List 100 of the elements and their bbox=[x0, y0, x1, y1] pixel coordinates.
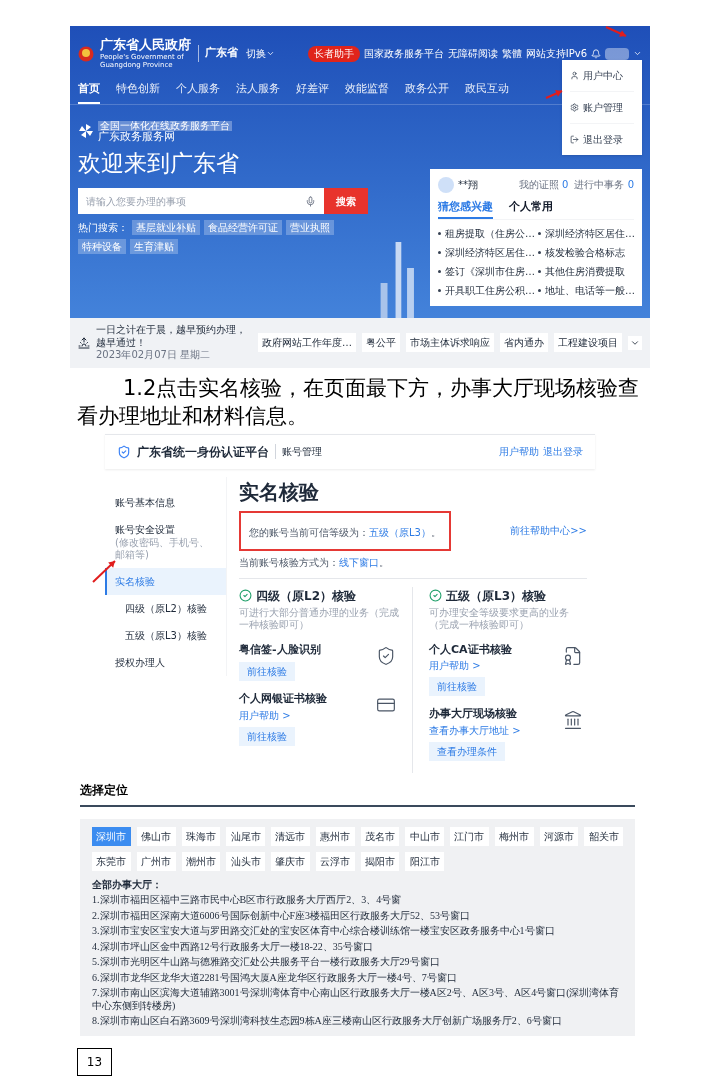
expand-button[interactable] bbox=[628, 335, 642, 350]
help-center-link[interactable]: 前往帮助中心>> bbox=[510, 523, 587, 538]
platform-title: 广东省统一身份认证平台 bbox=[137, 443, 269, 461]
city-button[interactable]: 广州市 bbox=[136, 851, 176, 871]
city-button[interactable]: 东莞市 bbox=[92, 851, 131, 871]
platform-tag: 全国一体化在线政务服务平台 bbox=[98, 120, 232, 131]
header-link[interactable]: 国家政务服务平台 bbox=[363, 46, 444, 61]
city-button[interactable]: 梅州市 bbox=[494, 826, 534, 846]
recommended-item[interactable]: 深圳经济特区居住… bbox=[545, 226, 635, 241]
quick-link[interactable]: 市场主体诉求响应 bbox=[406, 333, 494, 353]
quick-link[interactable]: 粤公平 bbox=[362, 333, 400, 353]
nav-tab[interactable]: 效能监督 bbox=[345, 81, 389, 104]
menu-item[interactable]: 账户管理 bbox=[570, 92, 634, 124]
nav-tab[interactable]: 政民互动 bbox=[465, 81, 509, 104]
city-button[interactable]: 清远市 bbox=[271, 826, 310, 846]
method-action-button[interactable]: 前往核验 bbox=[429, 677, 485, 696]
page-title: 实名核验 bbox=[239, 478, 320, 506]
city-button[interactable]: 肇庆市 bbox=[271, 851, 310, 871]
quick-link[interactable]: 工程建设项目 bbox=[554, 333, 622, 353]
city-button[interactable]: 汕尾市 bbox=[226, 826, 265, 846]
site-title: 广东省人民政府 bbox=[100, 38, 192, 51]
city-button[interactable]: 韶关市 bbox=[584, 826, 623, 846]
caret-icon bbox=[633, 49, 642, 58]
city-button[interactable]: 汕头市 bbox=[226, 851, 265, 871]
level-title: 五级（原L3）核验 bbox=[446, 587, 546, 605]
quick-link[interactable]: 政府网站工作年度… bbox=[258, 333, 356, 353]
bullet-icon bbox=[438, 232, 441, 235]
sidebar-subitem[interactable]: 五级（原L3）核验 bbox=[105, 621, 226, 649]
city-button[interactable]: 中山市 bbox=[405, 826, 444, 846]
recommended-item[interactable]: 其他住房消费提取 bbox=[545, 264, 625, 279]
method-action-button[interactable]: 查看办理条件 bbox=[429, 741, 505, 761]
user-icon bbox=[570, 71, 579, 80]
shield-check-icon bbox=[376, 645, 396, 666]
sidebar-subitem[interactable]: 四级（原L2）核验 bbox=[105, 594, 226, 622]
bullet-icon bbox=[538, 270, 541, 273]
header-link[interactable]: 用户帮助 bbox=[499, 444, 539, 459]
method-help-link[interactable]: 用户帮助 > bbox=[429, 658, 481, 673]
city-button[interactable]: 惠州市 bbox=[315, 826, 355, 846]
city-button[interactable]: 佛山市 bbox=[136, 826, 176, 846]
city-button[interactable]: 江门市 bbox=[450, 826, 489, 846]
verification-method-text: 当前账号核验方式为：线下窗口。 bbox=[239, 554, 587, 579]
menu-item[interactable]: 用户中心 bbox=[570, 60, 634, 92]
sidebar-item[interactable]: 授权办理人 bbox=[105, 648, 226, 676]
microphone-icon[interactable] bbox=[305, 195, 316, 207]
region-switch-dropdown[interactable]: 切换 bbox=[244, 46, 277, 61]
city-button[interactable]: 潮州市 bbox=[181, 851, 221, 871]
menu-item[interactable]: 退出登录 bbox=[570, 124, 634, 155]
caret-icon bbox=[266, 49, 275, 58]
search-field[interactable]: 请输入您要办理的事项 bbox=[78, 188, 324, 214]
hall-address: 8.深圳市南山区白石路3609号深圳湾科技生态园9栋A座三楼南山区行政服务大厅创新广场服务厅2、6号窗口 bbox=[92, 1015, 563, 1028]
quick-link[interactable]: 省内通办 bbox=[500, 333, 548, 353]
notice-date: 2023年02月07日 星期二 bbox=[96, 349, 212, 362]
city-button[interactable]: 云浮市 bbox=[315, 851, 355, 871]
user-stat[interactable]: 我的证照 0 bbox=[518, 177, 569, 192]
nav-tab[interactable]: 政务公开 bbox=[405, 81, 449, 104]
sidebar-item[interactable]: 账号安全设置 (修改密码、手机号、邮箱等) bbox=[105, 515, 226, 568]
search-button[interactable]: 搜索 bbox=[324, 188, 368, 214]
certificate-icon bbox=[563, 645, 583, 666]
nav-tab[interactable]: 首页 bbox=[78, 81, 100, 104]
recommended-item[interactable]: 核发检验合格标志 bbox=[545, 245, 625, 260]
method-action-button[interactable]: 前往核验 bbox=[239, 726, 295, 746]
level-title: 四级（原L2）核验 bbox=[256, 587, 356, 605]
user-stat[interactable]: 进行中事务 0 bbox=[574, 177, 634, 192]
nav-tab[interactable]: 特色创新 bbox=[116, 81, 160, 104]
panel-tab[interactable]: 个人常用 bbox=[509, 198, 553, 219]
search-input[interactable]: 请输入您要办理的事项 bbox=[86, 193, 305, 209]
sidebar-item[interactable]: 账号基本信息 bbox=[105, 488, 226, 516]
recommended-item[interactable]: 签订《深圳市住房… bbox=[445, 264, 535, 279]
method-help-link[interactable]: 用户帮助 > bbox=[239, 707, 291, 723]
nav-tab[interactable]: 个人服务 bbox=[176, 81, 220, 104]
nav-tab[interactable]: 好差评 bbox=[296, 81, 329, 104]
hall-address: 2.深圳市福田区深南大道6006号国际创新中心F座3楼福田区行政服务大厅52、53号窗口 bbox=[92, 909, 472, 922]
nav-tab[interactable]: 法人服务 bbox=[236, 81, 280, 104]
sidebar-item[interactable]: 实名核验 bbox=[105, 567, 226, 595]
city-button[interactable]: 河源市 bbox=[539, 826, 579, 846]
hall-address: 1.深圳市福田区福中三路市民中心B区市行政服务大厅西厅2、3、4号窗 bbox=[92, 894, 403, 907]
recommended-item[interactable]: 地址、电话等一般… bbox=[545, 283, 635, 298]
city-button[interactable]: 揭阳市 bbox=[360, 851, 400, 871]
avatar[interactable] bbox=[605, 47, 629, 60]
city-button[interactable]: 阳江市 bbox=[405, 851, 444, 871]
panel-tab[interactable]: 猜您感兴趣 bbox=[438, 198, 493, 219]
header-link[interactable]: 退出登录 bbox=[543, 444, 583, 459]
emblem-icon bbox=[78, 45, 94, 62]
hall-address: 6.深圳市龙华区龙华大道2281号国鸿大厦A座龙华区行政服务大厅一楼4号、7号窗口 bbox=[92, 971, 458, 984]
city-button[interactable]: 珠海市 bbox=[181, 826, 221, 846]
header-link[interactable]: 网站支持IPv6 bbox=[525, 46, 587, 61]
notification-bell-icon[interactable] bbox=[591, 48, 601, 59]
pinwheel-logo-icon bbox=[78, 123, 94, 139]
elder-mode-button[interactable]: 长者助手 bbox=[307, 45, 360, 62]
recommended-item[interactable]: 租房提取（住房公… bbox=[445, 226, 535, 241]
recommended-item[interactable]: 深圳经济特区居住… bbox=[445, 245, 535, 260]
trust-level-text: 您的账号当前可信等级为：五级（原L3）。 bbox=[249, 526, 441, 538]
header-link[interactable]: 繁體 bbox=[501, 46, 522, 61]
city-button[interactable]: 茂名市 bbox=[360, 826, 400, 846]
method-help-link[interactable]: 查看办事大厅地址 > bbox=[429, 722, 521, 738]
method-name: 办事大厅现场核验 bbox=[429, 706, 517, 722]
recommended-item[interactable]: 开具职工住房公积… bbox=[445, 283, 535, 298]
method-action-button[interactable]: 前往核验 bbox=[239, 662, 295, 681]
header-link[interactable]: 无障碍阅读 bbox=[447, 46, 498, 61]
bank-building-icon bbox=[563, 710, 583, 730]
